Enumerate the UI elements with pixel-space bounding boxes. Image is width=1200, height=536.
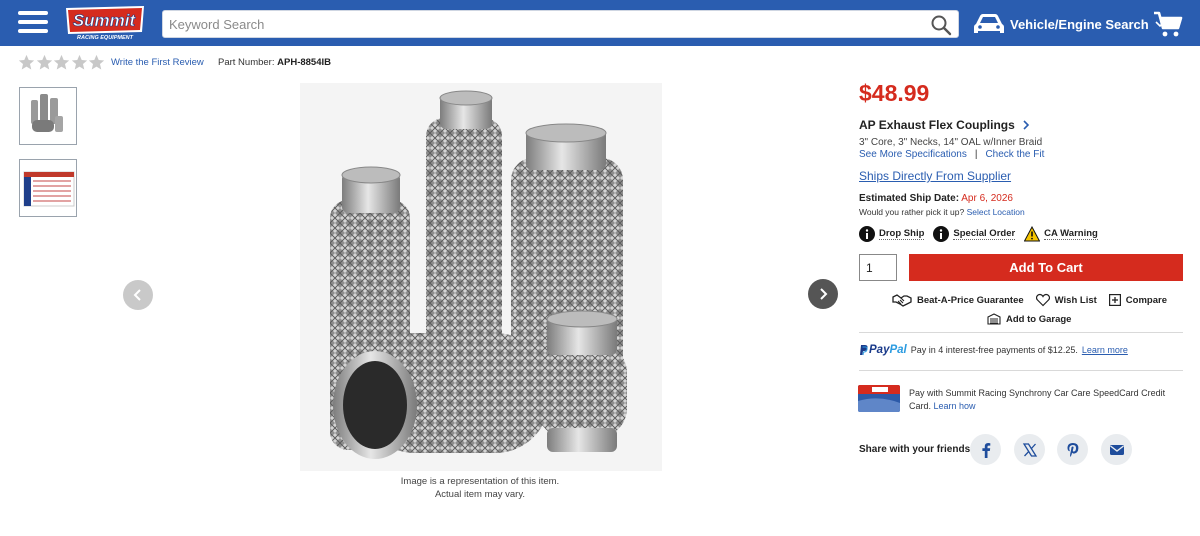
product-name: AP Exhaust Flex Couplings (859, 118, 1015, 132)
add-to-garage-label: Add to Garage (1006, 313, 1072, 325)
pickup-prompt: Would you rather pick it up? Select Loca… (859, 207, 1025, 217)
star-rating (18, 54, 106, 71)
heart-icon (1035, 293, 1050, 307)
svg-text:Summit: Summit (73, 11, 137, 30)
flex-coupling-thumb-image (31, 94, 63, 132)
product-badges: Drop Ship Special Order CA Warning (859, 226, 1107, 242)
star-icon (53, 54, 70, 70)
check-fit-link[interactable]: Check the Fit (985, 149, 1044, 160)
beat-a-price-link[interactable]: Beat-A-Price Guarantee (892, 293, 1024, 307)
star-icon (88, 54, 105, 70)
ca-warning-label: CA Warning (1044, 228, 1098, 240)
ship-date-label: Estimated Ship Date: (859, 193, 960, 204)
thumbnail-product-photo[interactable] (19, 87, 77, 145)
caption-line-1: Image is a representation of this item. (400, 476, 560, 487)
speedcard-offer: Pay with Summit Racing Synchrony Car Car… (909, 387, 1179, 413)
next-image-button[interactable] (808, 279, 838, 309)
special-order-badge[interactable]: Special Order (933, 226, 1016, 242)
see-more-specs-link[interactable]: See More Specifications (859, 149, 967, 160)
star-icon (71, 54, 87, 70)
spec-chart-thumb-image (23, 171, 75, 207)
select-location-link[interactable]: Select Location (967, 207, 1025, 217)
separator: | (974, 149, 978, 160)
caption-line-2: Actual item may vary. (434, 488, 526, 500)
warning-icon (1024, 226, 1041, 242)
summit-logo[interactable]: Summit RACING EQUIPMENT (62, 5, 148, 41)
share-pinterest-button[interactable] (1057, 434, 1088, 465)
garage-icon (987, 313, 1001, 325)
ca-warning-badge[interactable]: CA Warning (1024, 226, 1098, 242)
drop-ship-badge[interactable]: Drop Ship (859, 226, 925, 242)
search-box (162, 10, 959, 38)
email-icon (1109, 444, 1124, 455)
product-price: $48.99 (859, 80, 930, 106)
wish-list-button[interactable]: Wish List (1035, 293, 1097, 307)
drop-ship-label: Drop Ship (879, 228, 925, 240)
vehicle-search-label: Vehicle/Engine Search (1010, 16, 1149, 32)
part-number: Part Number: APH-8854IB (218, 57, 331, 68)
x-twitter-icon (1022, 442, 1037, 457)
add-to-garage-button[interactable]: Add to Garage (987, 313, 1071, 325)
pinterest-icon (1067, 442, 1078, 457)
pickup-text: Would you rather pick it up? (859, 207, 965, 217)
car-icon (974, 14, 1004, 33)
paypal-icon (860, 345, 868, 356)
paypal-logo-text-a: Pay (869, 344, 890, 356)
share-facebook-button[interactable] (970, 434, 1001, 465)
facebook-icon (981, 442, 990, 458)
search-icon[interactable] (930, 14, 952, 36)
special-order-label: Special Order (953, 228, 1016, 240)
vehicle-search-button[interactable]: Vehicle/Engine Search (972, 10, 1166, 38)
speedcard-learn-how-link[interactable]: Learn how (934, 401, 976, 411)
hamburger-menu-icon[interactable] (18, 11, 48, 35)
spec-links: See More Specifications | Check the Fit (859, 149, 1044, 160)
share-email-button[interactable] (1101, 434, 1132, 465)
paypal-logo-text-b: Pal (889, 344, 907, 356)
main-product-image (300, 83, 662, 471)
thumbnail-spec-chart[interactable] (19, 159, 77, 217)
star-icon (36, 54, 52, 70)
ship-date-value: Apr 6, 2026 (961, 193, 1013, 204)
ships-direct-link[interactable]: Ships Directly From Supplier (859, 169, 1011, 183)
info-icon (859, 226, 875, 242)
add-to-cart-button[interactable]: Add To Cart (909, 254, 1183, 281)
speedcard-image (858, 385, 900, 412)
image-caption: Image is a representation of this item. … (360, 476, 600, 501)
star-icon (18, 54, 35, 70)
product-spec: 3" Core, 3" Necks, 14" OAL w/Inner Braid (859, 137, 1043, 148)
handshake-icon (892, 294, 912, 307)
info-icon (933, 226, 950, 242)
compare-label: Compare (1125, 294, 1167, 306)
share-label: Share with your friends (859, 444, 971, 455)
part-number-value: APH-8854IB (277, 57, 331, 68)
paypal-logo: Pay Pal (859, 344, 907, 356)
estimated-ship-date: Estimated Ship Date: Apr 6, 2026 (859, 193, 1013, 204)
write-review-link[interactable]: Write the First Review (111, 57, 204, 68)
plus-box-icon (1108, 294, 1121, 307)
wish-list-label: Wish List (1054, 294, 1097, 306)
chevron-right-icon (820, 288, 828, 300)
product-name-link[interactable]: AP Exhaust Flex Couplings (859, 118, 1031, 132)
flex-couplings-photo (330, 90, 627, 459)
quantity-input[interactable] (859, 254, 897, 281)
svg-text:RACING EQUIPMENT: RACING EQUIPMENT (77, 35, 134, 41)
compare-button[interactable]: Compare (1108, 293, 1167, 307)
paypal-learn-more-link[interactable]: Learn more (1082, 345, 1128, 355)
chevron-left-icon (133, 289, 141, 301)
part-number-label: Part Number: (218, 57, 275, 68)
chevron-right-icon (1023, 120, 1029, 130)
share-x-button[interactable] (1014, 434, 1045, 465)
cart-icon[interactable] (1153, 10, 1183, 38)
paypal-text: Pay in 4 interest-free payments of $12.2… (910, 345, 1078, 355)
divider (859, 332, 1183, 333)
beat-a-price-label: Beat-A-Price Guarantee (917, 294, 1024, 306)
prev-image-button[interactable] (123, 280, 153, 310)
paypal-offer: Pay Pal Pay in 4 interest-free payments o… (859, 344, 1128, 356)
site-header: Summit RACING EQUIPMENT Vehicle/Engine S… (0, 0, 1200, 46)
divider (859, 370, 1183, 371)
product-actions: Beat-A-Price Guarantee Wish List Compare (892, 293, 1179, 307)
search-input[interactable] (169, 14, 909, 34)
